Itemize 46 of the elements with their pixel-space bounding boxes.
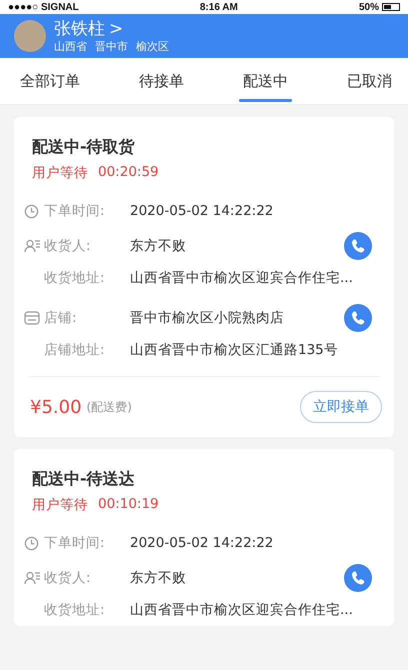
- price: ¥5.00: [30, 396, 82, 418]
- field-label: 收货地址:: [44, 269, 106, 287]
- wait-label: 用户等待: [32, 164, 88, 182]
- tab[interactable]: 已取消: [345, 58, 394, 104]
- field-value: 山西省晋中市榆次区汇通路135号: [130, 341, 339, 359]
- field-label: 下单时间:: [44, 534, 106, 552]
- region-text: 山西省: [54, 38, 87, 54]
- person-icon: [24, 571, 41, 585]
- field-value: 晋中市榆次区小院熟肉店: [130, 309, 285, 327]
- field-value: 2020-05-02 14:22:22: [130, 203, 274, 219]
- region-text: 晋中市: [95, 38, 128, 54]
- phone-icon[interactable]: [344, 232, 372, 260]
- region-text: 榆次区: [136, 38, 169, 54]
- field-value: 山西省晋中市榆次区迎宾合作住宅...: [130, 269, 354, 287]
- clock-time: 8:16 AM: [200, 2, 238, 12]
- wait-timer: 00:20:59: [98, 164, 159, 182]
- tab[interactable]: 配送中: [241, 58, 290, 104]
- field-value: 2020-05-02 14:22:22: [130, 535, 274, 551]
- field-label: 收货人:: [44, 237, 92, 255]
- fee-note: (配送费): [86, 398, 133, 416]
- field-value: 东方不败: [130, 569, 187, 587]
- tab[interactable]: 全部订单: [18, 58, 82, 104]
- field-label: 收货地址:: [44, 601, 106, 619]
- accept-order-button[interactable]: 立即接单: [300, 391, 382, 423]
- wait-label: 用户等待: [32, 496, 88, 514]
- wait-timer: 00:10:19: [98, 496, 159, 514]
- phone-icon[interactable]: [344, 304, 372, 332]
- field-value: 山西省晋中市榆次区迎宾合作住宅...: [130, 601, 354, 619]
- signal-text: ●●●●○ SIGNAL: [8, 2, 79, 12]
- store-icon: [24, 311, 40, 325]
- field-label: 下单时间:: [44, 202, 106, 220]
- phone-icon[interactable]: [344, 564, 372, 592]
- user-name[interactable]: 张铁柱: [54, 18, 105, 38]
- tab[interactable]: 待接单: [137, 58, 186, 104]
- field-label: 收货人:: [44, 569, 92, 587]
- battery-icon: [382, 3, 400, 11]
- order-status-title: 配送中-待取货: [32, 137, 136, 158]
- field-label: 店铺地址:: [44, 341, 106, 359]
- battery-percent: 50%: [358, 2, 379, 12]
- clock-icon: [24, 204, 39, 218]
- clock-icon: [24, 536, 39, 550]
- field-value: 东方不败: [130, 237, 187, 255]
- person-icon: [24, 239, 41, 253]
- field-label: 店铺:: [44, 309, 78, 327]
- chevron-text[interactable]: >: [109, 18, 124, 38]
- order-status-title: 配送中-待送达: [32, 469, 136, 490]
